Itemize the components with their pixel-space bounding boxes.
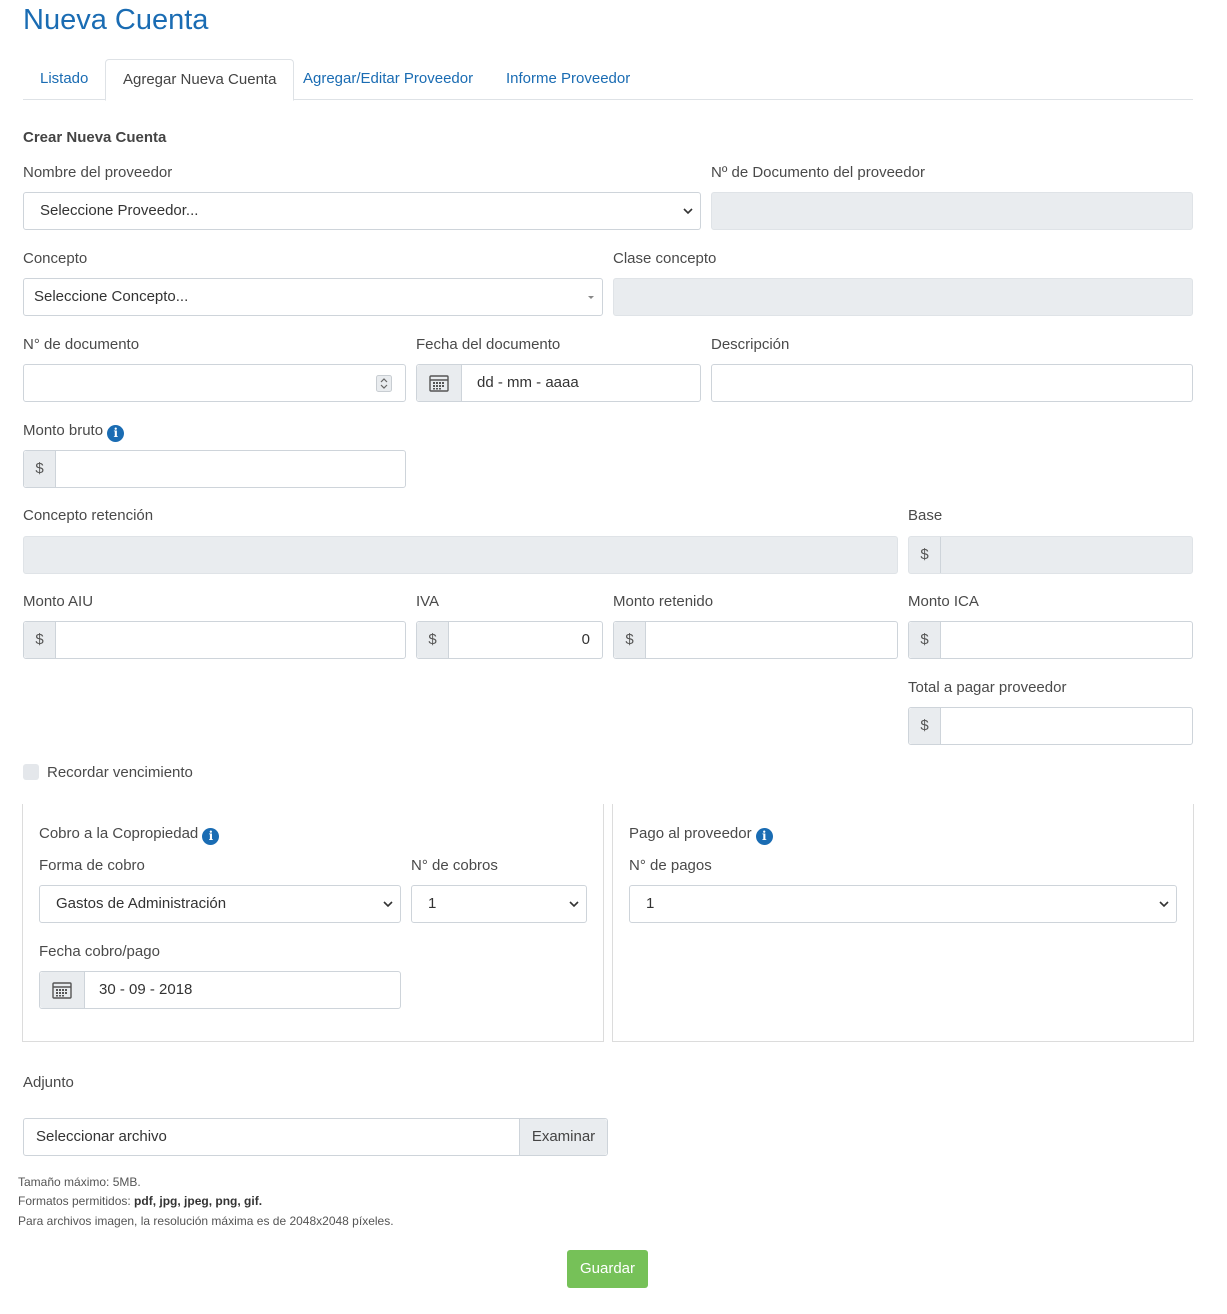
monto-aiu-label: Monto AIU [23,593,94,610]
monto-ica-input[interactable]: $ [908,621,1193,659]
concepto-retencion-label: Concepto retención [23,507,154,524]
chevron-down-icon [1159,901,1169,908]
info-icon[interactable]: i [107,425,125,442]
forma-cobro-label: Forma de cobro [39,857,145,874]
caret-down-icon [588,296,594,299]
currency-addon: $ [24,622,56,658]
proveedor-label: Nombre del proveedor [23,164,173,181]
descripcion-label: Descripción [711,336,790,353]
doc-proveedor-field [711,192,1193,230]
clase-concepto-field [613,278,1193,316]
currency-addon: $ [24,451,56,487]
spinner-icon[interactable] [376,375,392,392]
browse-button[interactable]: Examinar [519,1119,607,1155]
proveedor-select[interactable]: Seleccione Proveedor... [23,192,701,230]
fecha-documento-label: Fecha del documento [416,336,561,353]
section-title: Crear Nueva Cuenta [23,129,167,146]
file-input-placeholder: Seleccionar archivo [36,1128,167,1145]
base-label: Base [908,507,943,524]
calendar-icon[interactable] [417,365,462,401]
fecha-documento-input[interactable]: dd - mm - aaaa [416,364,701,402]
adjunto-label: Adjunto [23,1074,74,1091]
tab-listado[interactable]: Listado [23,59,105,100]
num-documento-input[interactable] [23,364,406,402]
save-button[interactable]: Guardar [567,1250,648,1288]
chevron-down-icon [383,901,393,908]
concepto-select-value: Seleccione Concepto... [34,288,189,305]
note-formats: Formatos permitidos: pdf, jpg, jpeg, png… [18,1194,262,1208]
monto-bruto-label: Monto bruto [23,422,104,439]
cobro-title: Cobro a la Copropiedad [39,825,199,842]
calendar-icon[interactable] [40,972,85,1008]
fecha-cobro-label: Fecha cobro/pago [39,943,160,960]
num-cobros-select[interactable]: 1 [411,885,587,923]
tab-agregar-editar-proveedor[interactable]: Agregar/Editar Proveedor [286,59,490,100]
pago-title: Pago al proveedor [629,825,752,842]
monto-bruto-input[interactable]: $ [23,450,406,488]
total-pagar-input[interactable]: $ [908,707,1193,745]
currency-addon: $ [909,708,941,744]
total-pagar-label: Total a pagar proveedor [908,679,1067,696]
num-cobros-label: N° de cobros [411,857,498,874]
info-icon[interactable]: i [755,828,773,845]
proveedor-select-value: Seleccione Proveedor... [40,202,199,219]
note-resolution: Para archivos imagen, la resolución máxi… [18,1214,394,1228]
forma-cobro-value: Gastos de Administración [56,895,227,912]
currency-addon: $ [909,622,941,658]
concepto-select[interactable]: Seleccione Concepto... [23,278,603,316]
info-icon[interactable]: i [202,828,220,845]
currency-addon: $ [909,537,941,573]
doc-proveedor-label: Nº de Documento del proveedor [711,164,925,181]
note-formats-list: pdf, jpg, jpeg, png, gif. [134,1194,263,1208]
note-formats-prefix: Formatos permitidos: [18,1194,135,1208]
monto-bruto-label-wrap: Monto bruto i [23,422,125,442]
forma-cobro-select[interactable]: Gastos de Administración [39,885,401,923]
tab-informe-proveedor[interactable]: Informe Proveedor [489,59,647,100]
note-size: Tamaño máximo: 5MB. [18,1175,141,1189]
iva-value: 0 [581,631,590,648]
concepto-label: Concepto [23,250,88,267]
base-field: $ [908,536,1193,574]
num-cobros-value: 1 [428,895,437,912]
monto-retenido-label: Monto retenido [613,593,714,610]
currency-addon: $ [614,622,646,658]
num-documento-label: N° de documento [23,336,140,353]
num-pagos-label: N° de pagos [629,857,712,874]
chevron-down-icon [569,901,579,908]
iva-label: IVA [416,593,440,610]
fecha-cobro-input[interactable]: 30 - 09 - 2018 [39,971,401,1009]
monto-aiu-input[interactable]: $ [23,621,406,659]
recordar-label: Recordar vencimiento [47,764,193,781]
recordar-checkbox[interactable] [23,764,39,780]
num-pagos-select[interactable]: 1 [629,885,1177,923]
currency-addon: $ [417,622,449,658]
monto-retenido-input[interactable]: $ [613,621,898,659]
chevron-down-icon [683,208,693,215]
pago-title-wrap: Pago al proveedor i [629,825,773,845]
page-title: Nueva Cuenta [23,4,209,36]
descripcion-input[interactable] [711,364,1193,402]
tab-agregar-nueva-cuenta[interactable]: Agregar Nueva Cuenta [105,59,295,101]
cobro-title-wrap: Cobro a la Copropiedad i [39,825,220,845]
tab-bar: Listado Agregar Nueva Cuenta Agregar/Edi… [23,59,1193,101]
concepto-retencion-field [23,536,898,574]
fecha-cobro-value: 30 - 09 - 2018 [99,981,193,998]
fecha-documento-placeholder: dd - mm - aaaa [477,374,579,391]
iva-input[interactable]: $ 0 [416,621,603,659]
monto-ica-label: Monto ICA [908,593,979,610]
clase-concepto-label: Clase concepto [613,250,717,267]
num-pagos-value: 1 [646,895,655,912]
file-input[interactable]: Seleccionar archivo Examinar [23,1118,608,1156]
